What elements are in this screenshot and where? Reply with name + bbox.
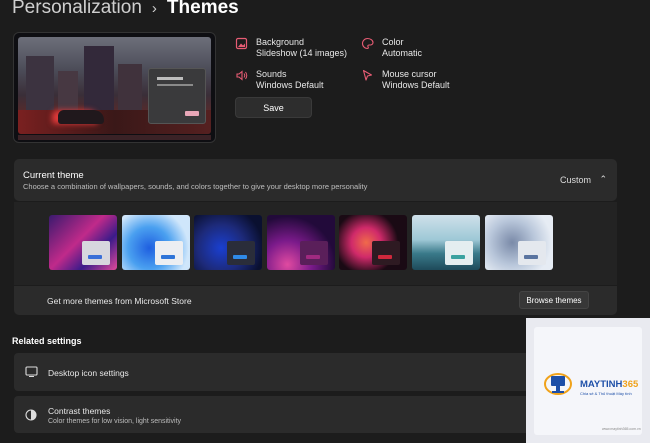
- theme-window-preview: [372, 241, 401, 265]
- watermark-url: www.maytinh365.com.vn: [602, 427, 641, 431]
- theme-list: [14, 202, 617, 285]
- chevron-up-icon[interactable]: ⌃: [599, 174, 607, 185]
- preview-window: [148, 68, 206, 124]
- theme-window-preview: [517, 241, 546, 265]
- monitor-icon: [24, 366, 38, 380]
- store-text: Get more themes from Microsoft Store: [47, 296, 192, 306]
- theme-thumbnail[interactable]: [121, 215, 190, 270]
- watermark-brand: MAYTINH365: [580, 379, 639, 390]
- color-setting[interactable]: Color Automatic: [361, 37, 422, 59]
- breadcrumb-separator: ›: [151, 0, 157, 17]
- watermark: MAYTINH365 Chia sẻ & Thủ thuật Máy tính …: [526, 318, 650, 443]
- current-theme-value: Custom: [559, 175, 591, 185]
- related-settings-heading: Related settings: [12, 336, 82, 346]
- current-theme-subtitle: Choose a combination of wallpapers, soun…: [23, 182, 368, 191]
- theme-window-preview: [82, 241, 110, 265]
- browse-themes-button[interactable]: Browse themes: [519, 291, 589, 309]
- contrast-themes-title: Contrast themes: [48, 406, 111, 416]
- background-value: Slideshow (14 images): [256, 48, 348, 58]
- contrast-icon: [24, 409, 38, 424]
- background-label: Background: [256, 37, 305, 47]
- save-button[interactable]: Save: [235, 97, 312, 118]
- watermark-tagline: Chia sẻ & Thủ thuật Máy tính: [580, 391, 632, 396]
- page-title: Themes: [166, 0, 239, 18]
- cursor-icon: [361, 69, 374, 82]
- breadcrumb-parent[interactable]: Personalization: [12, 0, 142, 19]
- color-label: Color: [382, 37, 404, 47]
- theme-window-preview: [154, 241, 183, 265]
- mouse-cursor-label: Mouse cursor: [382, 69, 437, 79]
- theme-preview: [13, 32, 216, 143]
- theme-window-preview: [445, 241, 473, 265]
- theme-thumbnail[interactable]: [194, 215, 263, 270]
- sounds-value: Windows Default: [256, 80, 324, 90]
- current-theme-title: Current theme: [23, 170, 84, 181]
- speaker-icon: [235, 69, 248, 82]
- desktop-icon-settings-title: Desktop icon settings: [48, 368, 129, 378]
- theme-window-preview: [227, 241, 256, 265]
- breadcrumb: Personalization › Themes: [12, 0, 239, 19]
- theme-thumbnail[interactable]: [484, 215, 553, 270]
- current-theme-header[interactable]: Current theme Choose a combination of wa…: [14, 159, 617, 201]
- theme-thumbnail[interactable]: [49, 215, 117, 270]
- theme-window-preview: [299, 241, 328, 265]
- theme-thumbnail[interactable]: [339, 215, 408, 270]
- background-setting[interactable]: Background Slideshow (14 images): [235, 37, 347, 59]
- theme-thumbnail[interactable]: [266, 215, 335, 270]
- image-icon: [235, 37, 248, 50]
- contrast-themes-subtitle: Color themes for low vision, light sensi…: [48, 418, 182, 425]
- mouse-cursor-value: Windows Default: [382, 80, 450, 90]
- store-row: Get more themes from Microsoft Store Bro…: [14, 286, 617, 315]
- preview-taskbar: [18, 135, 211, 140]
- mouse-cursor-setting[interactable]: Mouse cursor Windows Default: [361, 69, 450, 91]
- sounds-label: Sounds: [256, 69, 287, 79]
- watermark-logo-icon: [544, 373, 572, 395]
- sounds-setting[interactable]: Sounds Windows Default: [235, 69, 324, 91]
- color-value: Automatic: [382, 48, 423, 58]
- theme-thumbnail[interactable]: [412, 215, 480, 270]
- palette-icon: [361, 37, 374, 50]
- car-graphic: [58, 110, 104, 124]
